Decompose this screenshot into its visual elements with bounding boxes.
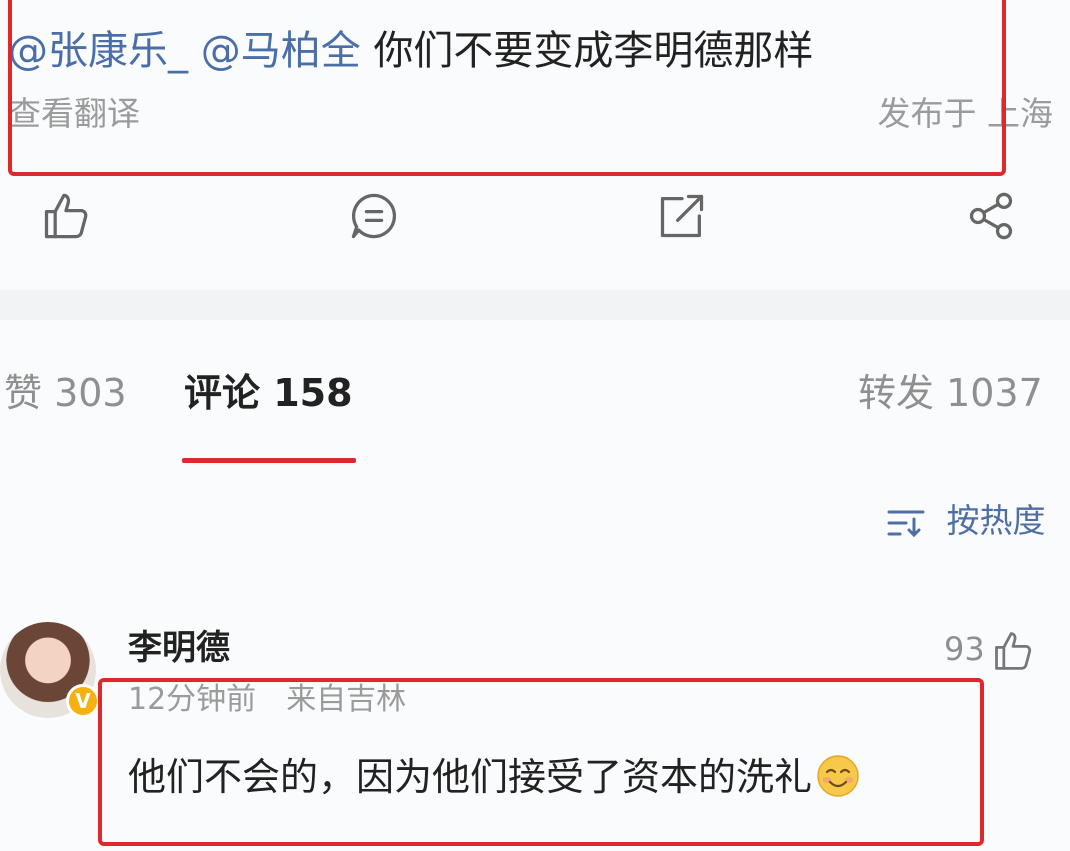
comment-like-count: 93 — [944, 630, 985, 668]
section-divider — [0, 290, 1070, 320]
active-tab-indicator — [182, 458, 356, 463]
highlight-box-comment — [98, 678, 984, 846]
tab-likes[interactable]: 赞 303 — [4, 370, 127, 416]
thumbs-up-icon — [991, 629, 1035, 673]
repost-icon[interactable] — [656, 190, 708, 242]
thumbs-up-icon[interactable] — [40, 190, 92, 242]
sort-button[interactable]: 按热度 — [886, 500, 1046, 542]
avatar[interactable]: V — [0, 622, 100, 722]
comment-user-name[interactable]: 李明德 — [128, 626, 230, 670]
sort-label: 按热度 — [946, 501, 1046, 540]
tab-reposts[interactable]: 转发 1037 — [858, 370, 1043, 416]
share-icon[interactable] — [965, 190, 1017, 242]
comment-like-button[interactable]: 93 — [944, 628, 1035, 673]
highlight-box-post — [8, 0, 1006, 176]
verified-badge-icon: V — [66, 684, 100, 718]
tab-comments[interactable]: 评论 158 — [184, 370, 353, 416]
sort-icon — [886, 507, 926, 539]
comment-icon[interactable] — [348, 190, 400, 242]
